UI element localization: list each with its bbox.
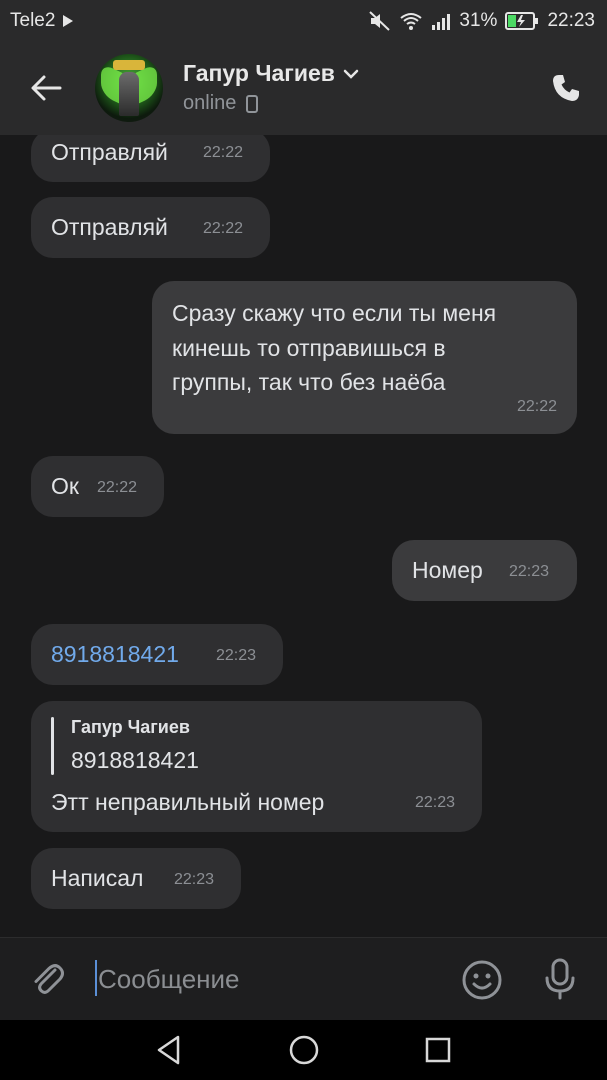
clock: 22:23 xyxy=(547,10,595,31)
wifi-icon xyxy=(400,13,423,30)
emoji-icon[interactable] xyxy=(461,959,503,1001)
play-icon xyxy=(63,15,74,27)
presence-label: online xyxy=(183,92,237,114)
phone-number-link[interactable]: 8918818421 xyxy=(51,637,179,671)
text-caret xyxy=(95,960,97,996)
message-text: Написал xyxy=(51,865,144,891)
nav-back-icon[interactable] xyxy=(154,1034,184,1066)
message-text: Этт неправильный номер xyxy=(51,789,325,815)
message-time: 22:22 xyxy=(203,220,244,237)
presence-status: online xyxy=(183,92,259,115)
message-text: Отправляй xyxy=(51,214,168,240)
message-incoming[interactable]: Отправляй 22:22 xyxy=(31,197,270,258)
contact-name[interactable]: Гапур Чагиев xyxy=(183,60,359,87)
avatar[interactable] xyxy=(95,54,163,122)
battery-percent: 31% xyxy=(459,10,498,31)
message-composer: Сообщение xyxy=(0,937,607,1021)
contact-name-label: Гапур Чагиев xyxy=(183,60,335,86)
mute-icon xyxy=(369,11,391,31)
status-bar: Tele2 31% 22:23 xyxy=(0,0,607,40)
message-incoming[interactable]: Отправляй 22:22 xyxy=(31,135,270,182)
reply-text: 8918818421 xyxy=(71,747,199,773)
message-input[interactable]: Сообщение xyxy=(98,964,240,995)
message-time: 22:23 xyxy=(216,647,257,664)
message-list[interactable]: Отправляй 22:22 Отправляй 22:22 Сразу ск… xyxy=(0,135,607,937)
mobile-device-icon xyxy=(246,94,259,113)
carrier-label: Tele2 xyxy=(10,10,56,31)
message-time: 22:23 xyxy=(174,871,215,888)
message-incoming[interactable]: 8918818421 22:23 xyxy=(31,624,283,685)
microphone-icon[interactable] xyxy=(540,957,580,1001)
message-time: 22:22 xyxy=(97,479,138,496)
nav-home-icon[interactable] xyxy=(288,1034,320,1066)
message-time: 22:22 xyxy=(203,144,244,161)
message-line: кинешь то отправишься в xyxy=(172,335,446,361)
message-time: 22:23 xyxy=(415,794,456,811)
back-arrow-icon[interactable] xyxy=(28,70,64,106)
message-outgoing[interactable]: Номер 22:23 xyxy=(392,540,577,601)
phone-icon[interactable] xyxy=(550,72,582,104)
message-text: Отправляй xyxy=(51,139,168,165)
signal-icon xyxy=(432,14,451,30)
message-incoming[interactable]: Написал 22:23 xyxy=(31,848,241,909)
message-text: Номер xyxy=(412,557,483,583)
chevron-down-icon[interactable] xyxy=(343,68,359,80)
message-line: Сразу скажу что если ты меня xyxy=(172,300,497,326)
nav-recents-icon[interactable] xyxy=(424,1036,452,1064)
reply-author[interactable]: Гапур Чагиев xyxy=(71,714,190,740)
reply-quote-bar xyxy=(51,717,54,775)
message-incoming[interactable]: Ок 22:22 xyxy=(31,456,164,517)
chat-header: Гапур Чагиев online xyxy=(0,40,607,135)
system-navigation-bar xyxy=(0,1020,607,1080)
attach-icon[interactable] xyxy=(28,960,68,1000)
message-incoming-reply[interactable]: Гапур Чагиев 8918818421 Этт неправильный… xyxy=(31,701,482,832)
message-outgoing[interactable]: Сразу скажу что если ты меня кинешь то о… xyxy=(152,281,577,434)
message-text: Ок xyxy=(51,473,79,499)
message-line: группы, так что без наёба xyxy=(172,369,446,395)
message-time: 22:23 xyxy=(509,563,550,580)
battery-icon xyxy=(505,12,539,30)
message-time: 22:22 xyxy=(516,398,557,415)
